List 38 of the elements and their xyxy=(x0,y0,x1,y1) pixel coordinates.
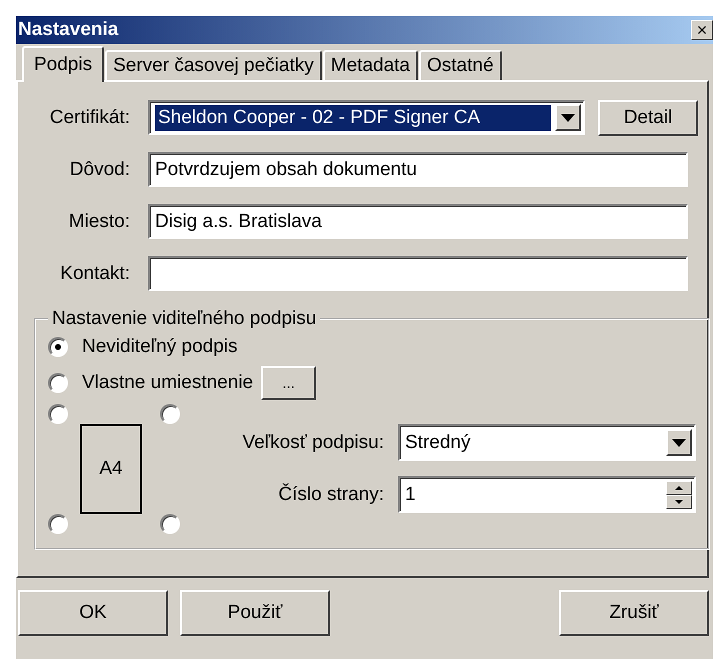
tab[interactable]: Ostatné xyxy=(419,50,502,80)
radio-button[interactable] xyxy=(160,404,180,424)
field-label: Číslo strany: xyxy=(277,484,384,506)
detail-button[interactable]: Detail xyxy=(598,100,698,136)
selected-value: Sheldon Cooper - 02 - PDF Signer CA xyxy=(155,104,551,130)
field-label: Kontakt: xyxy=(59,262,130,284)
spin-up-icon[interactable] xyxy=(666,480,692,494)
page-number-spinner[interactable]: 1 xyxy=(398,476,696,513)
close-button[interactable]: × xyxy=(691,20,713,40)
radio-label: Vlastne umiestnenie xyxy=(82,372,254,394)
radio-button[interactable] xyxy=(48,514,68,534)
tab[interactable]: Metadata xyxy=(322,50,418,80)
radio-button[interactable] xyxy=(160,514,180,534)
radio-label: Neviditeľný podpis xyxy=(82,336,238,358)
field-label: Certifikát: xyxy=(48,106,130,128)
dialog-button[interactable]: Použiť xyxy=(180,590,330,636)
radio-button[interactable] xyxy=(48,337,68,357)
field-label: Veľkosť podpisu: xyxy=(241,432,384,454)
input-field[interactable]: Potvrdzujem obsah dokumentu xyxy=(148,152,688,187)
tab[interactable]: Server časovej pečiatky xyxy=(105,50,322,80)
input-field[interactable]: Disig a.s. Bratislava xyxy=(148,204,688,239)
input-field[interactable] xyxy=(148,256,688,291)
certificate-dropdown[interactable]: Sheldon Cooper - 02 - PDF Signer CA xyxy=(148,100,585,135)
dialog-button[interactable]: Zrušiť xyxy=(559,590,709,636)
dialog-button[interactable]: OK xyxy=(18,590,168,636)
radio-button[interactable] xyxy=(48,373,68,393)
spin-down-icon[interactable] xyxy=(666,494,692,508)
size-dropdown[interactable]: Stredný xyxy=(398,424,696,461)
group-title: Nastavenie viditeľného podpisu xyxy=(51,308,318,330)
tab[interactable]: Podpis xyxy=(22,46,104,82)
page-size-label: A4 xyxy=(99,458,123,480)
field-label: Dôvod: xyxy=(68,158,130,180)
spinner-value: 1 xyxy=(405,484,417,506)
radio-button[interactable] xyxy=(48,404,68,424)
window-title: Nastavenia xyxy=(18,19,118,41)
field-label: Miesto: xyxy=(68,210,130,232)
browse-button[interactable]: ... xyxy=(261,366,316,400)
selected-value: Stredný xyxy=(405,432,472,454)
